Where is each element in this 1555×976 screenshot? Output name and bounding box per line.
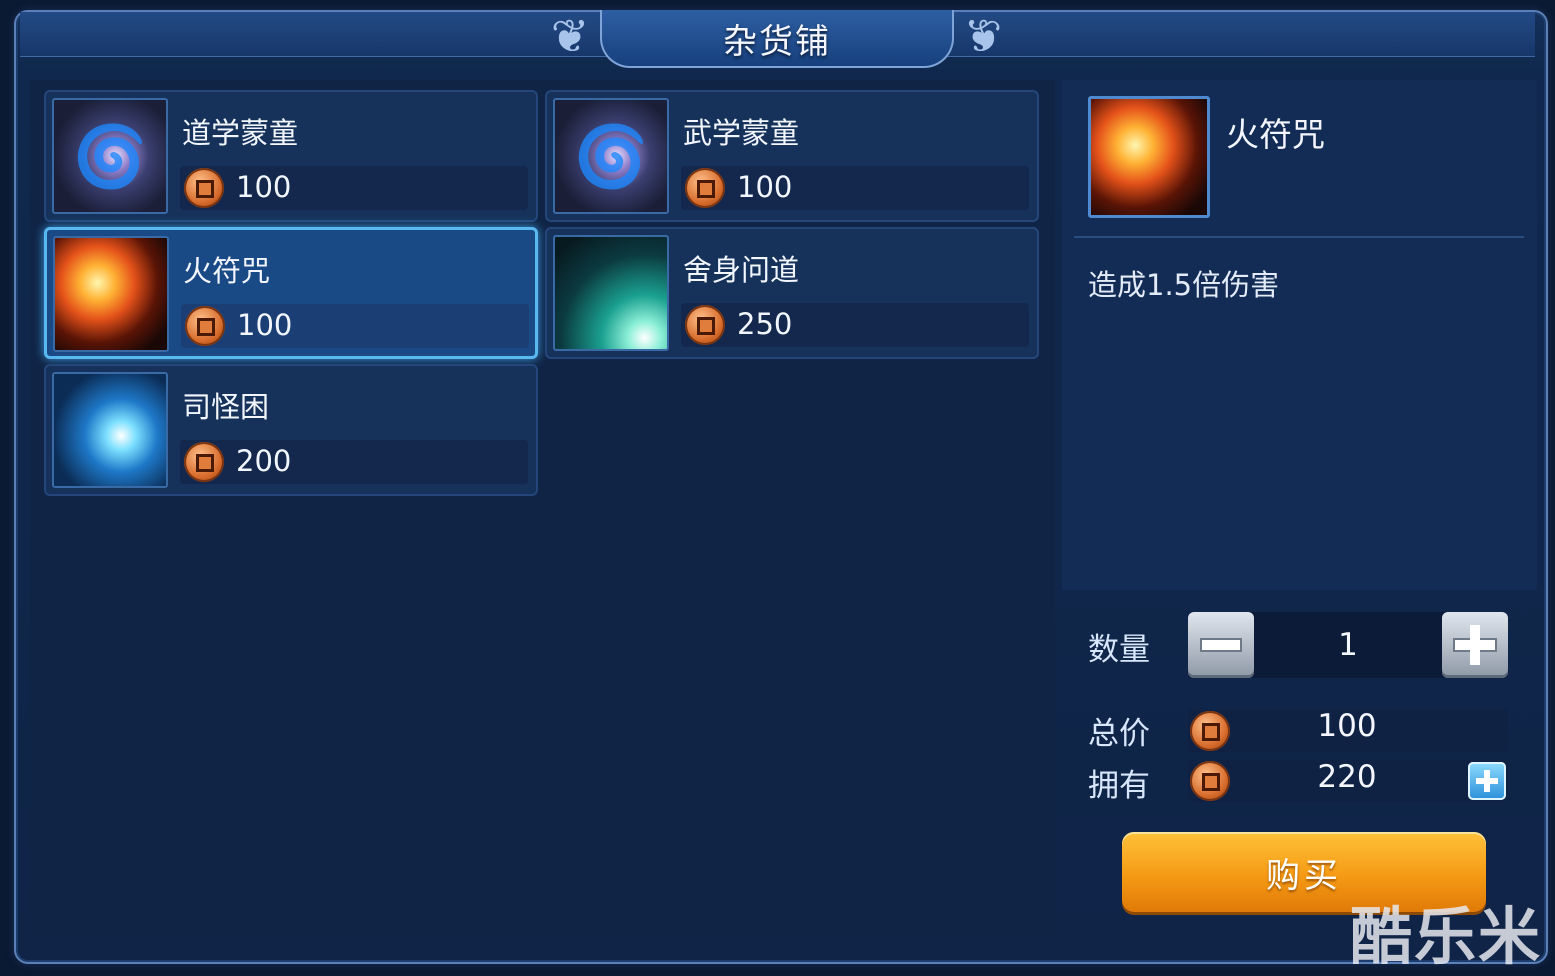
coin-icon xyxy=(685,168,725,208)
shop-item[interactable]: 司怪困 200 xyxy=(44,364,538,496)
owned-label: 拥有 xyxy=(1088,768,1150,804)
decrease-button[interactable] xyxy=(1188,612,1254,678)
coin-icon xyxy=(685,305,725,345)
price-bar: 100 xyxy=(681,166,1029,210)
swirl-icon: 🌀 xyxy=(553,98,669,214)
detail-item-name: 火符咒 xyxy=(1226,115,1325,154)
item-name: 道学蒙童 xyxy=(182,116,299,150)
price-bar: 100 xyxy=(180,166,528,210)
window-title: 杂货铺 xyxy=(600,10,954,68)
detail-info: 火符咒 造成1.5倍伤害 xyxy=(1062,80,1537,590)
ornament-left-icon: ❦ xyxy=(550,9,590,63)
coin-icon xyxy=(1190,761,1230,801)
fire-icon xyxy=(1088,96,1210,218)
watermark: 酷乐米 xyxy=(1350,900,1543,973)
coin-icon xyxy=(185,306,225,346)
item-list: 🌀 道学蒙童 100 🌀 武学蒙童 100 火符咒 100 舍身问道 250 司… xyxy=(30,80,1055,935)
item-price: 200 xyxy=(236,444,292,478)
swirl-icon: 🌀 xyxy=(52,98,168,214)
item-name: 司怪困 xyxy=(182,390,270,424)
quantity-label: 数量 xyxy=(1088,632,1150,668)
price-bar: 200 xyxy=(180,440,528,484)
coin-icon xyxy=(1190,711,1230,751)
shop-item-selected[interactable]: 火符咒 100 xyxy=(44,227,538,359)
minus-icon xyxy=(1202,640,1240,650)
item-price: 250 xyxy=(737,307,793,341)
item-detail-panel: 火符咒 造成1.5倍伤害 数量 1 总价 100 拥有 220 购买 xyxy=(1062,80,1537,935)
total-label: 总价 xyxy=(1088,716,1150,752)
owned-amount: 220 xyxy=(1317,759,1377,795)
shop-item[interactable]: 🌀 道学蒙童 100 xyxy=(44,90,538,222)
increase-button[interactable] xyxy=(1442,612,1508,678)
item-name: 舍身问道 xyxy=(683,253,800,287)
blue-blade-icon xyxy=(52,372,168,488)
total-price: 100 xyxy=(1317,708,1377,744)
coin-icon xyxy=(184,442,224,482)
coin-icon xyxy=(184,168,224,208)
item-description: 造成1.5倍伤害 xyxy=(1088,268,1280,302)
item-price: 100 xyxy=(237,308,293,342)
divider xyxy=(1074,236,1524,238)
ornament-right-icon: ❦ xyxy=(963,9,1003,63)
plus-icon-vertical xyxy=(1470,625,1480,665)
price-bar: 250 xyxy=(681,303,1029,347)
fire-icon xyxy=(53,236,169,352)
shop-item[interactable]: 舍身问道 250 xyxy=(545,227,1039,359)
item-name: 火符咒 xyxy=(183,254,271,288)
green-strike-icon xyxy=(553,235,669,351)
item-price: 100 xyxy=(236,170,292,204)
add-currency-button[interactable] xyxy=(1468,762,1506,800)
item-name: 武学蒙童 xyxy=(683,116,800,150)
shop-item[interactable]: 🌀 武学蒙童 100 xyxy=(545,90,1039,222)
item-price: 100 xyxy=(737,170,793,204)
price-bar: 100 xyxy=(181,304,529,348)
